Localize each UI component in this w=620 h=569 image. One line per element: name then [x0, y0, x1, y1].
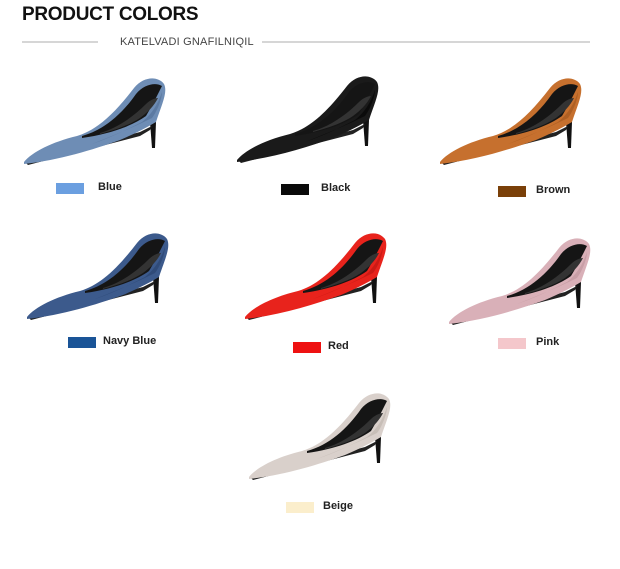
- shoe-image-navy-blue: [25, 225, 175, 325]
- color-swatch-pink: [498, 338, 526, 349]
- color-swatch-red: [293, 342, 321, 353]
- color-label-navy-blue: Navy Blue: [103, 335, 157, 347]
- color-label-blue: Blue: [98, 181, 122, 193]
- page-title: PRODUCT COLORS: [22, 4, 199, 25]
- color-swatch-blue: [56, 183, 84, 194]
- color-swatch-beige: [286, 502, 314, 513]
- shoe-image-pink: [447, 230, 597, 330]
- divider-left: [22, 41, 98, 43]
- shoe-image-black: [235, 68, 385, 168]
- shoe-image-beige: [247, 385, 397, 485]
- color-label-black: Black: [321, 182, 351, 194]
- color-swatch-brown: [498, 186, 526, 197]
- page-subtitle: KATELVADI GNAFILNIQIL: [120, 36, 254, 48]
- color-label-red: Red: [328, 340, 349, 352]
- color-swatch-navy-blue: [68, 337, 96, 348]
- color-swatch-black: [281, 184, 309, 195]
- divider-right: [262, 41, 590, 43]
- shoe-image-red: [243, 225, 393, 325]
- color-label-pink: Pink: [536, 336, 560, 348]
- shoe-image-brown: [438, 70, 588, 170]
- color-label-beige: Beige: [323, 500, 353, 512]
- shoe-image-blue: [22, 70, 172, 170]
- color-label-brown: Brown: [536, 184, 571, 196]
